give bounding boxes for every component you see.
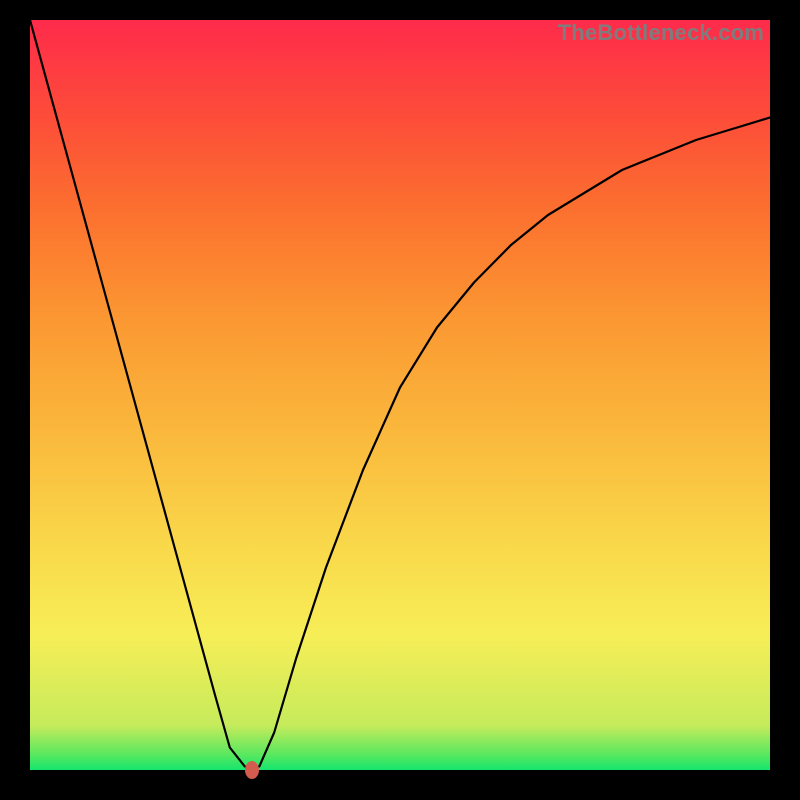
bottleneck-curve bbox=[30, 20, 770, 770]
minimum-marker bbox=[245, 761, 259, 779]
chart-frame: TheBottleneck.com bbox=[0, 0, 800, 800]
plot-area: TheBottleneck.com bbox=[30, 20, 770, 770]
